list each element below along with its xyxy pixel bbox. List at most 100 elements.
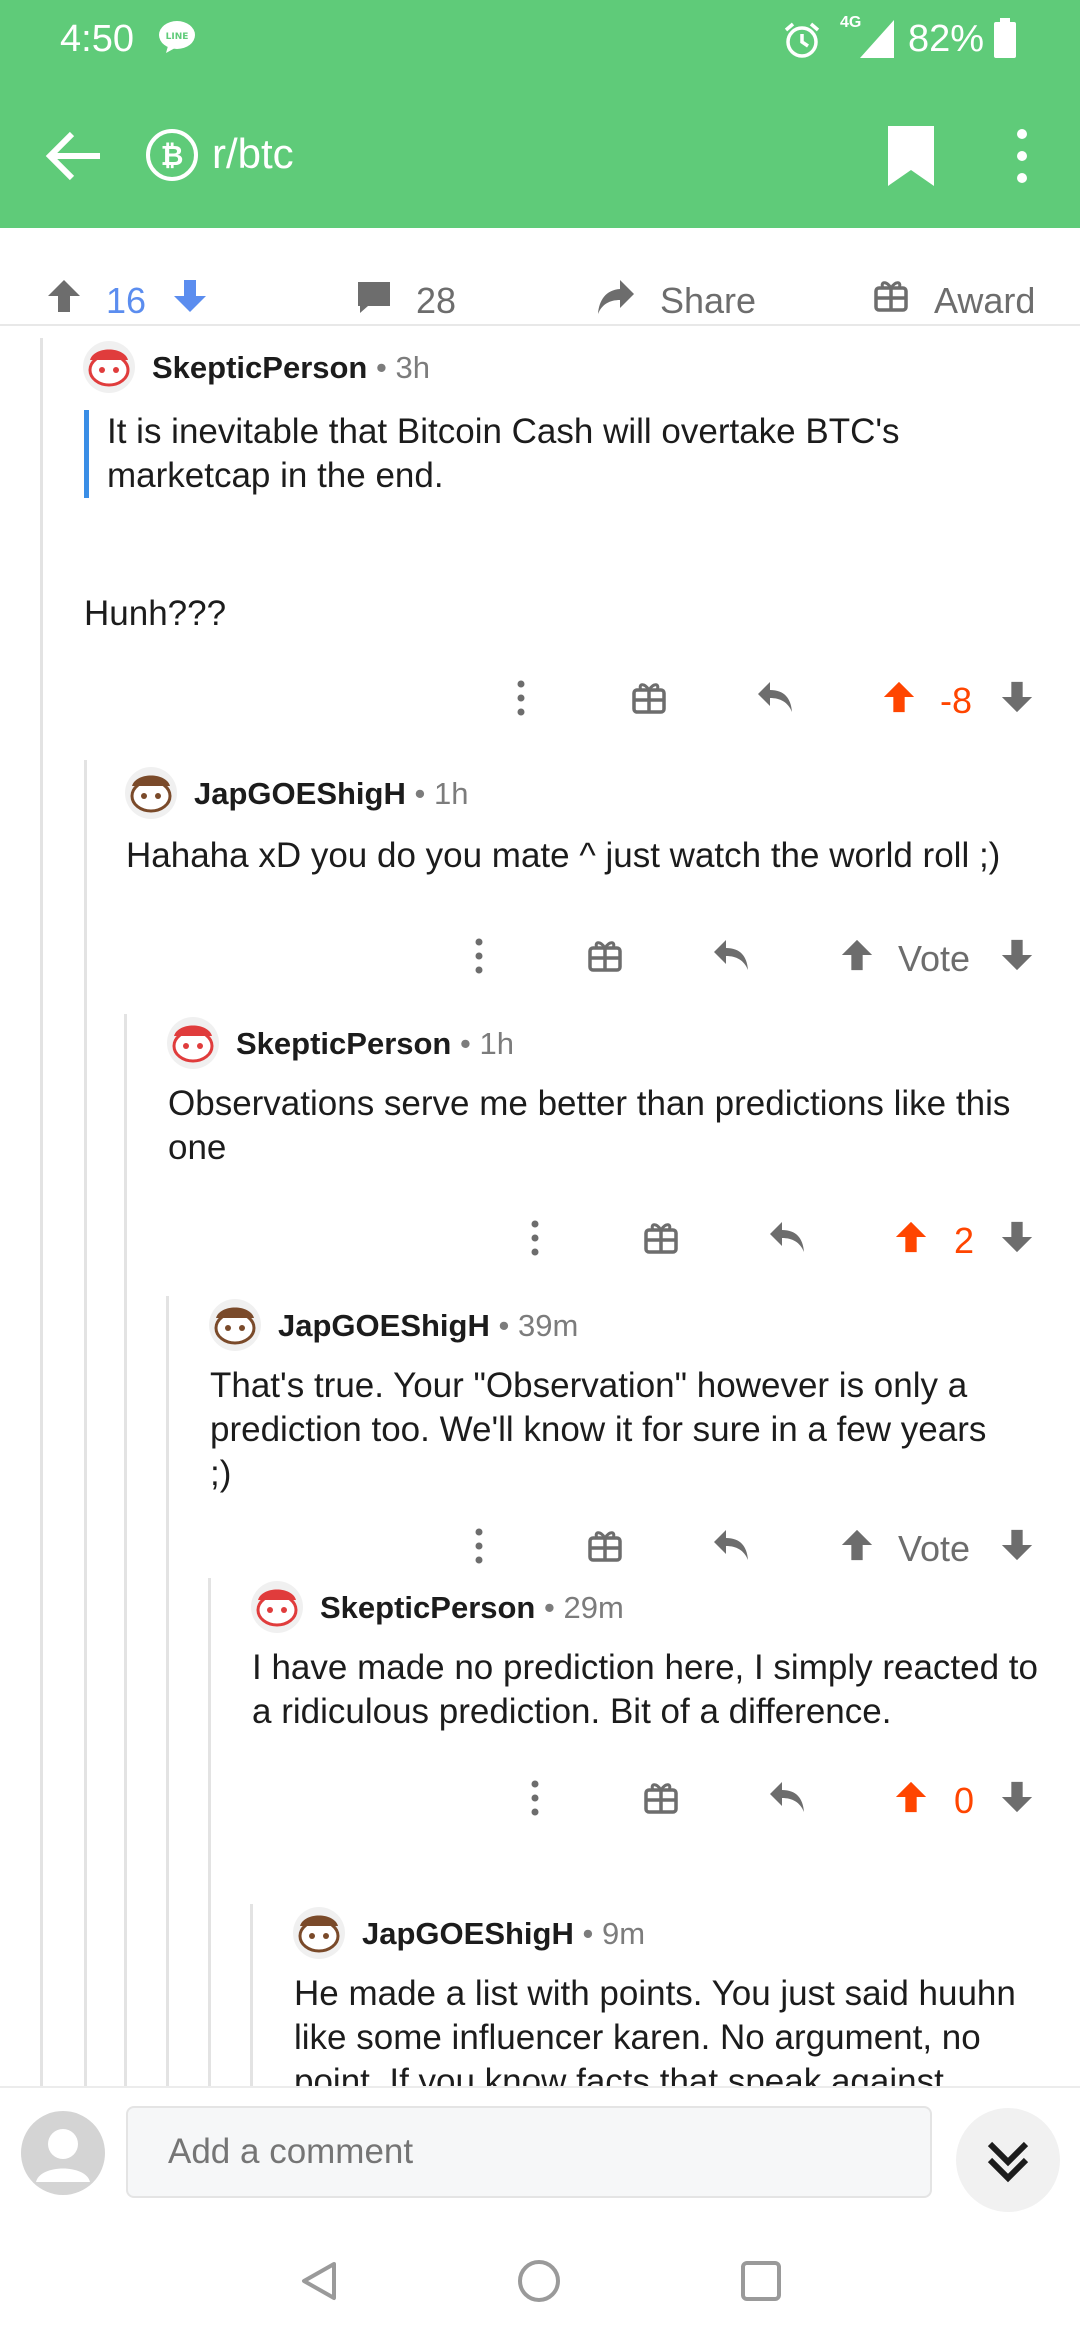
- subreddit-title[interactable]: r/btc: [212, 130, 294, 178]
- award-button[interactable]: Award: [934, 280, 1035, 322]
- status-time: 4:50: [60, 18, 134, 60]
- comment-author[interactable]: SkepticPerson: [320, 1590, 535, 1625]
- bookmark-icon[interactable]: [888, 126, 934, 186]
- quoted-text: It is inevitable that Bitcoin Cash will …: [84, 410, 977, 498]
- nav-home-icon[interactable]: [516, 2258, 562, 2304]
- system-nav-bar: [0, 2226, 1080, 2340]
- share-button[interactable]: Share: [660, 280, 756, 322]
- upvote-icon[interactable]: [840, 938, 874, 972]
- upvote-icon[interactable]: [894, 1780, 928, 1814]
- reply-icon[interactable]: [756, 680, 794, 714]
- comment-thread: SkepticPerson • 3h It is inevitable that…: [0, 326, 1080, 2086]
- thread-line: [250, 1904, 253, 2086]
- comment-meta: JapGOEShigH • 1h: [194, 776, 469, 811]
- network-type: 4G: [840, 14, 862, 31]
- battery-percent: 82%: [908, 18, 985, 60]
- upvote-icon[interactable]: [840, 1528, 874, 1562]
- comment-author[interactable]: JapGOEShigH: [194, 776, 406, 811]
- add-comment-bar: [0, 2086, 1080, 2228]
- app-header: 4:50 LINE 4G 82% ₿ r/btc: [0, 0, 1080, 228]
- comment-meta: SkepticPerson • 1h: [236, 1026, 514, 1061]
- comment-age: 1h: [479, 1026, 514, 1061]
- award-gift-icon[interactable]: [632, 680, 666, 714]
- signal-icon: [860, 20, 894, 58]
- battery-icon: [994, 18, 1016, 58]
- snoo-avatar-brown: [209, 1299, 261, 1351]
- comment-age: 29m: [563, 1590, 624, 1625]
- reply-icon[interactable]: [712, 1528, 750, 1562]
- comment-meta: SkepticPerson • 29m: [320, 1590, 624, 1625]
- comment-age: 3h: [395, 350, 430, 385]
- snoo-avatar-red: [83, 341, 135, 393]
- comment-score: -8: [940, 680, 973, 721]
- award-gift-icon[interactable]: [644, 1220, 678, 1254]
- downvote-icon[interactable]: [1000, 1780, 1034, 1814]
- upvote-icon[interactable]: [894, 1220, 928, 1254]
- comment-meta: JapGOEShigH • 39m: [278, 1308, 579, 1343]
- nav-recents-icon[interactable]: [738, 2258, 784, 2304]
- more-options-icon[interactable]: [514, 680, 528, 716]
- reply-icon[interactable]: [712, 938, 750, 972]
- thread-line: [166, 1296, 169, 2086]
- reply-icon[interactable]: [768, 1220, 806, 1254]
- upvote-icon[interactable]: [882, 680, 916, 714]
- snoo-avatar-red: [167, 1017, 219, 1069]
- vote-label: Vote: [898, 1528, 971, 1569]
- downvote-icon[interactable]: [1000, 1220, 1034, 1254]
- next-comment-button[interactable]: [956, 2108, 1060, 2212]
- line-badge-text: LINE: [166, 32, 189, 42]
- snoo-avatar-red: [251, 1581, 303, 1633]
- line-app-icon: LINE: [159, 21, 195, 53]
- reply-icon[interactable]: [768, 1780, 806, 1814]
- comment-actions: 2: [0, 1216, 1080, 1266]
- comment-count[interactable]: 28: [416, 280, 456, 322]
- status-bar: 4:50 LINE 4G 82%: [0, 0, 1080, 80]
- comment-actions: Vote: [0, 934, 1080, 984]
- award-gift-icon[interactable]: [588, 938, 622, 972]
- comment-score: 2: [954, 1220, 975, 1261]
- add-comment-input[interactable]: [126, 2106, 932, 2198]
- user-avatar: [21, 2111, 105, 2195]
- comment-text: He made a list with points. You just sai…: [294, 1974, 1016, 2086]
- comment-actions: -8: [0, 676, 1080, 726]
- alarm-icon: [784, 22, 820, 58]
- downvote-icon[interactable]: [1000, 938, 1034, 972]
- post-downvote-icon[interactable]: [172, 278, 208, 314]
- award-gift-icon[interactable]: [588, 1528, 622, 1562]
- comment-author[interactable]: JapGOEShigH: [278, 1308, 490, 1343]
- post-action-bar: 16 28 Share Award: [0, 270, 1080, 326]
- comment-meta: JapGOEShigH • 9m: [362, 1916, 646, 1951]
- comment-author[interactable]: SkepticPerson: [236, 1026, 451, 1061]
- comment-text: Observations serve me better than predic…: [168, 1084, 1011, 1167]
- share-icon[interactable]: [596, 278, 636, 316]
- comment-age: 39m: [517, 1308, 579, 1343]
- double-chevron-down-icon: [987, 2141, 1029, 2183]
- downvote-icon[interactable]: [1000, 680, 1034, 714]
- post-score: 16: [106, 280, 147, 321]
- more-options-icon[interactable]: [472, 1528, 486, 1564]
- nav-back-icon[interactable]: [296, 2258, 342, 2304]
- comment-author[interactable]: JapGOEShigH: [362, 1916, 574, 1951]
- post-upvote-icon[interactable]: [46, 278, 82, 314]
- comment-icon[interactable]: [356, 280, 392, 314]
- back-arrow-icon[interactable]: [44, 128, 104, 184]
- comment-age: 1h: [433, 776, 469, 811]
- more-options-icon[interactable]: [528, 1220, 542, 1256]
- comment-actions: Vote: [0, 1524, 1080, 1574]
- svg-text:₿: ₿: [161, 139, 184, 172]
- more-options-icon[interactable]: [528, 1780, 542, 1816]
- more-options-icon[interactable]: [472, 938, 486, 974]
- comment-text: That's true. Your "Observation" however …: [210, 1366, 987, 1493]
- bitcoin-icon: ₿: [146, 129, 198, 181]
- comment-actions: 0: [0, 1776, 1080, 1826]
- more-options-icon[interactable]: [1008, 126, 1036, 186]
- comment-author[interactable]: SkepticPerson: [152, 350, 367, 385]
- snoo-avatar-brown: [293, 1907, 345, 1959]
- downvote-icon[interactable]: [1000, 1528, 1034, 1562]
- comment-meta: SkepticPerson • 3h: [152, 350, 430, 385]
- comment-age: 9m: [601, 1916, 646, 1951]
- award-gift-icon[interactable]: [874, 278, 908, 312]
- comment-score: 0: [954, 1780, 975, 1821]
- award-gift-icon[interactable]: [644, 1780, 678, 1814]
- comment-text: I have made no prediction here, I simply…: [252, 1648, 1038, 1731]
